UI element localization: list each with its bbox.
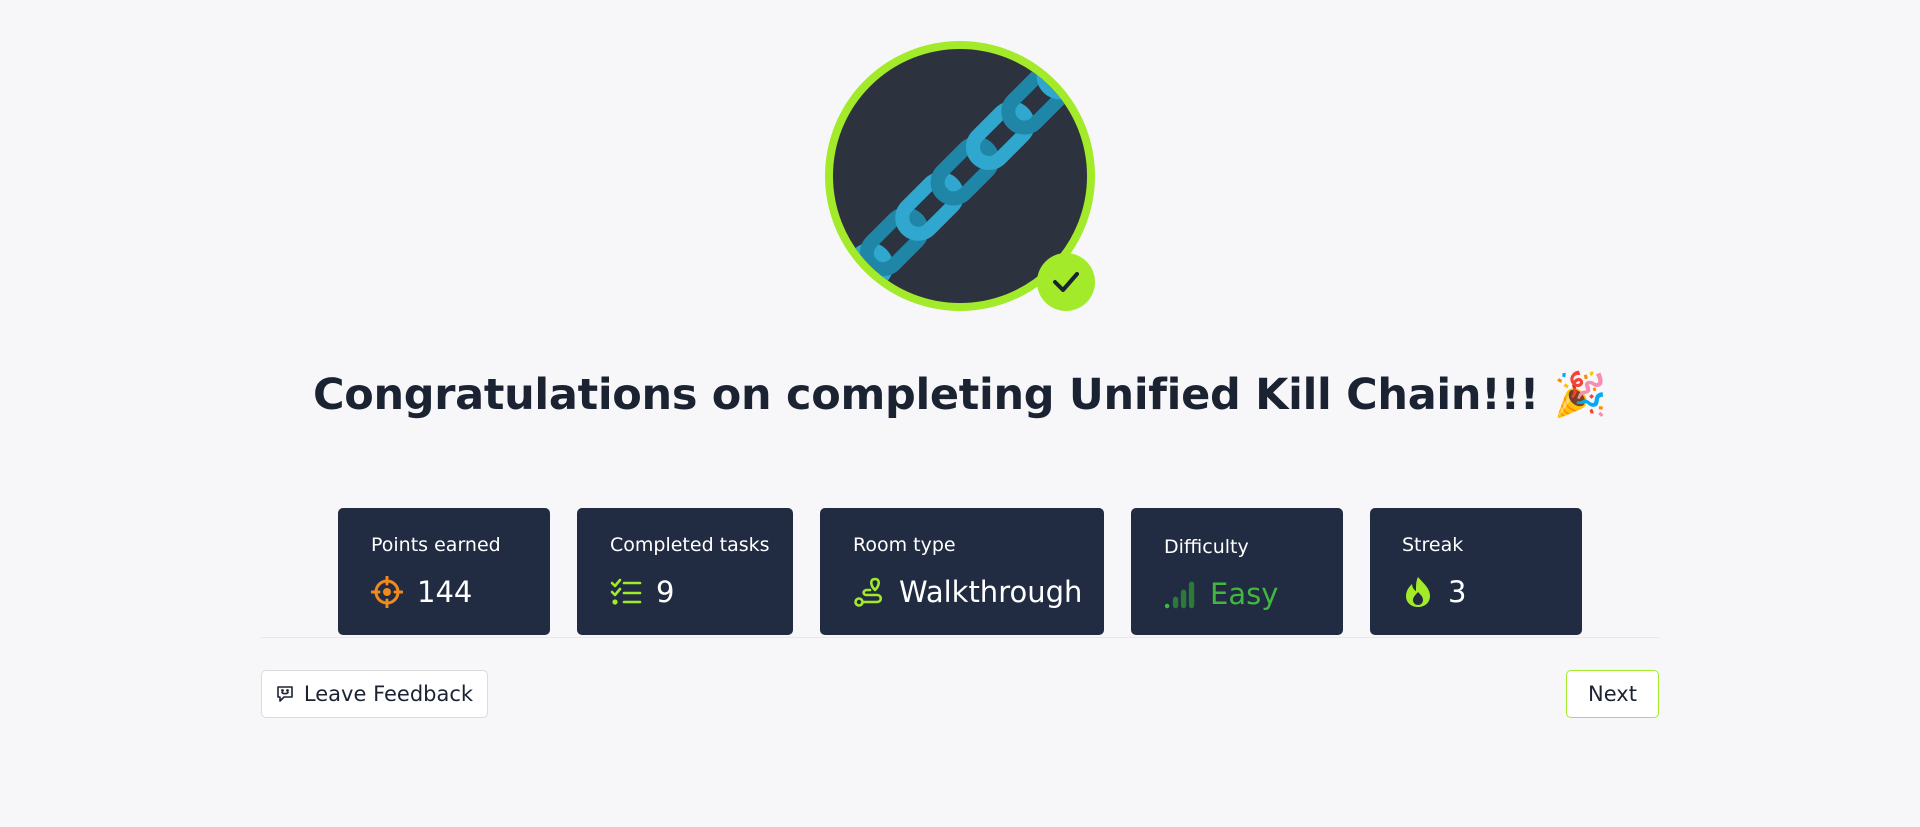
stat-value: 9: [656, 575, 675, 609]
stat-card-room-type: Room type Walkthrough: [820, 508, 1104, 635]
stat-card-points: Points earned 144: [338, 508, 550, 635]
leave-feedback-label: Leave Feedback: [303, 682, 474, 706]
room-badge: [825, 41, 1095, 311]
stat-label: Completed tasks: [610, 534, 770, 556]
checkmark-icon: [1037, 253, 1095, 311]
next-button[interactable]: Next: [1566, 670, 1659, 718]
stat-label: Points earned: [371, 534, 501, 556]
stat-card-difficulty: Difficulty Easy: [1131, 508, 1343, 635]
divider: [261, 637, 1659, 638]
stat-value: 3: [1448, 575, 1467, 609]
signal-bars-icon: [1164, 578, 1196, 610]
stat-value: Easy: [1210, 577, 1279, 611]
target-icon: [371, 576, 403, 608]
checklist-icon: [610, 576, 642, 608]
stat-card-tasks: Completed tasks 9: [577, 508, 793, 635]
stats-row: Points earned 144 Completed tasks 9 Room…: [0, 508, 1920, 636]
stat-label: Room type: [853, 534, 956, 556]
congratulations-title: Congratulations on completing Unified Ki…: [312, 370, 1608, 420]
leave-feedback-button[interactable]: Leave Feedback: [261, 670, 488, 718]
route-icon: [853, 576, 885, 608]
stat-label: Streak: [1402, 534, 1464, 556]
stat-label: Difficulty: [1164, 536, 1249, 558]
stat-card-streak: Streak 3: [1370, 508, 1582, 635]
stat-value: 144: [417, 575, 473, 609]
next-label: Next: [1588, 682, 1637, 706]
stat-value: Walkthrough: [899, 575, 1083, 609]
message-icon: [276, 685, 294, 703]
flame-icon: [1402, 576, 1434, 608]
